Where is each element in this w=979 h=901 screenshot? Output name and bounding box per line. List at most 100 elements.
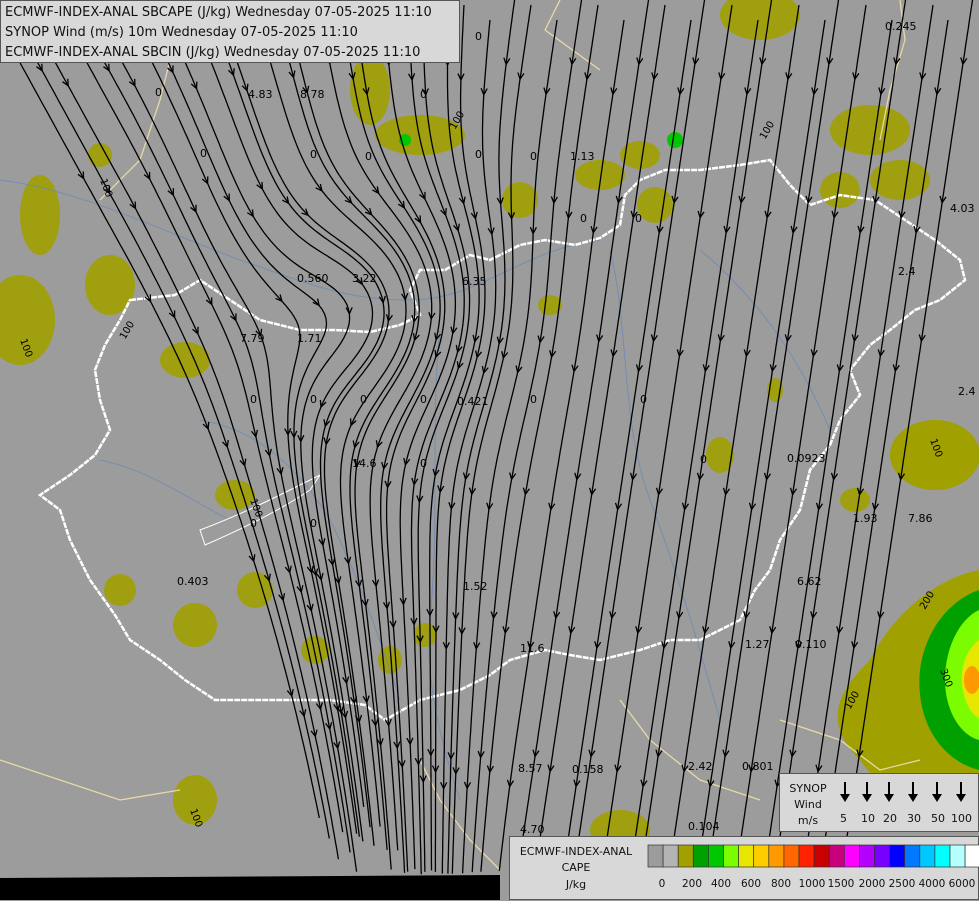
weather-map: 0.245 4.83 8.78 1.13 4.03 2.4 0.560 3.22 6.35 7.7… <box>0 0 979 900</box>
map-value-label: 8.78 <box>300 88 325 101</box>
map-header: ECMWF-INDEX-ANAL SBCAPE (J/kg) Wednesday… <box>0 0 460 63</box>
map-value-label: 1.93 <box>853 512 878 525</box>
wind-legend-arrows <box>840 782 966 802</box>
map-value-label: 0.245 <box>885 20 917 33</box>
map-value-label: 0 <box>475 30 482 43</box>
map-value-label: 7.79 <box>240 332 265 345</box>
wind-speed-label: 10 <box>861 812 875 825</box>
cape-tick-label: 2000 <box>859 878 886 890</box>
map-value-label: 0 <box>365 150 372 163</box>
cape-area <box>88 143 112 167</box>
cape-tick-label: 800 <box>771 878 791 890</box>
map-value-label: 14.6 <box>352 457 377 470</box>
map-value-label: 0 <box>580 212 587 225</box>
map-value-label: 2.42 <box>688 760 713 773</box>
cape-tick-label: 200 <box>682 878 702 890</box>
map-value-label: 4.70 <box>520 823 545 836</box>
wind-arrow-10-icon <box>862 782 872 802</box>
map-value-label: 2.4 <box>898 265 916 278</box>
map-value-label: 4.03 <box>950 202 975 215</box>
cape-color-swatch <box>768 844 785 868</box>
map-value-label: 0 <box>420 88 427 101</box>
wind-arrow-100-icon <box>956 782 966 802</box>
map-value-label: 0 <box>420 457 427 470</box>
map-value-label: 0 <box>250 517 257 530</box>
cape-area <box>830 105 910 155</box>
cape-color-bar: 0 200 400 600 800 1000 1500 2000 2500 4000 6000 <box>647 844 979 890</box>
wind-arrow-50-icon <box>932 782 942 802</box>
wind-speed-label: 50 <box>931 812 945 825</box>
cape-tick-label: 6000 <box>949 878 976 890</box>
cape-color-swatch <box>874 844 890 868</box>
map-value-label: 0 <box>200 147 207 160</box>
cape-color-swatch <box>964 844 979 868</box>
map-value-label: 8.57 <box>518 762 543 775</box>
map-value-label: 1.27 <box>745 638 770 651</box>
wind-legend: SYNOP Wind m/s 5 10 20 30 50 100 <box>779 773 979 832</box>
map-value-label: 4.83 <box>248 88 273 101</box>
cape-color-swatch <box>753 844 770 868</box>
cape-area <box>637 187 673 223</box>
map-value-label: 0.801 <box>742 760 774 773</box>
cape-color-swatch <box>843 844 860 868</box>
no-data-band <box>0 875 500 900</box>
cape-color-swatch <box>919 844 936 868</box>
synop-wind-title: SYNOP Wind (m/s) 10m Wednesday 07-05-202… <box>5 25 358 40</box>
map-value-label: 0 <box>360 393 367 406</box>
wind-arrow-30-icon <box>908 782 918 802</box>
cape-tick-label: 2500 <box>889 878 916 890</box>
wind-speed-label: 20 <box>883 812 897 825</box>
cape-color-swatch <box>692 844 709 868</box>
cape-tick-label: 600 <box>741 878 761 890</box>
map-value-label: 0.110 <box>795 638 827 651</box>
map-value-label: 0 <box>640 393 647 406</box>
map-value-label: 0 <box>310 393 317 406</box>
map-value-label: 0 <box>310 148 317 161</box>
map-value-label: 0.104 <box>688 820 720 833</box>
cape-area <box>840 488 870 512</box>
map-value-label: 6.62 <box>797 575 822 588</box>
wind-speed-label: 5 <box>840 812 847 825</box>
map-value-label: 0 <box>420 393 427 406</box>
map-value-label: 1.71 <box>297 332 322 345</box>
map-value-label: 11.6 <box>520 642 545 655</box>
map-value-label: 0 <box>250 393 257 406</box>
sbcin-title: ECMWF-INDEX-ANAL SBCIN (J/kg) Wednesday … <box>5 45 421 60</box>
map-value-label: 0.403 <box>177 575 209 588</box>
map-value-label: 0 <box>530 150 537 163</box>
cape-color-swatch <box>647 844 664 868</box>
map-value-label: 0 <box>635 212 642 225</box>
cape-tick-label: 400 <box>711 878 731 890</box>
cape-area <box>350 55 390 125</box>
wind-arrow-5-icon <box>840 782 850 802</box>
cape-color-swatch <box>934 844 951 868</box>
cape-area <box>104 574 136 606</box>
map-value-label: 7.86 <box>908 512 933 525</box>
cape-color-swatch <box>738 844 755 868</box>
map-value-label: 0.158 <box>572 763 604 776</box>
cape-area <box>173 603 217 647</box>
map-value-label: 0.421 <box>457 395 489 408</box>
cape-color-swatch <box>813 844 830 868</box>
cape-color-swatch <box>859 844 875 868</box>
cape-color-swatch <box>677 844 694 868</box>
map-value-label: 6.35 <box>462 275 487 288</box>
map-value-label: 0 <box>475 148 482 161</box>
cape-color-swatch <box>828 844 845 868</box>
cape-area <box>620 141 660 169</box>
map-value-label: 0 <box>155 86 162 99</box>
cape-legend: ECMWF-INDEX-ANAL CAPE J/kg 0 200 400 600 800… <box>509 836 979 900</box>
cape-tick-label: 1000 <box>799 878 826 890</box>
wind-speed-label: 30 <box>907 812 921 825</box>
map-value-label: 0.0923 <box>787 452 826 465</box>
cape-tick-label: 0 <box>659 878 666 890</box>
sbcape-title: ECMWF-INDEX-ANAL SBCAPE (J/kg) Wednesday… <box>5 5 432 20</box>
map-value-label: 3.22 <box>352 272 377 285</box>
cape-color-swatch <box>949 844 966 868</box>
map-value-label: 0 <box>310 517 317 530</box>
cape-area <box>667 132 683 148</box>
cape-color-swatch <box>723 844 739 868</box>
cape-color-swatch <box>798 844 815 868</box>
cape-tick-label: 1500 <box>828 878 855 890</box>
cape-tick-label: 4000 <box>919 878 946 890</box>
